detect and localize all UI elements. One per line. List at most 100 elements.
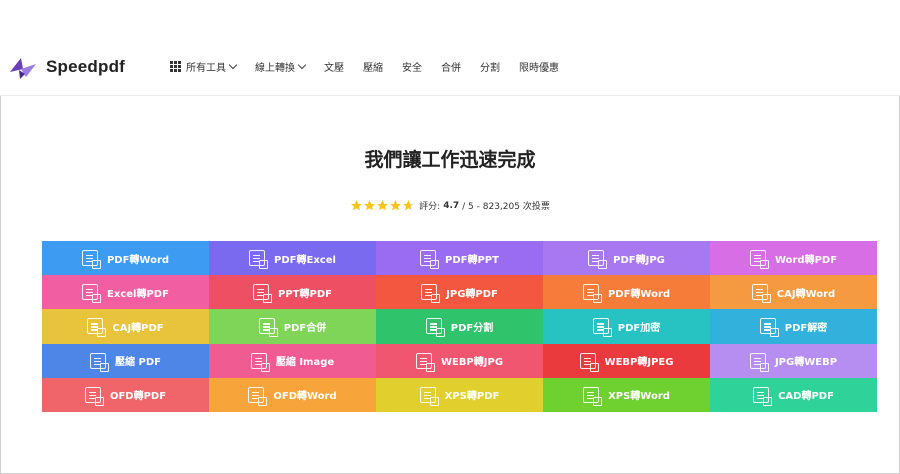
tool-label: CAD轉PDF <box>778 391 834 403</box>
nav-limited-offer[interactable]: 限時優惠 <box>519 59 559 74</box>
tool-tile[interactable]: Word轉PDF <box>710 241 877 276</box>
tool-label: PPT轉PDF <box>278 288 332 300</box>
ofd-to-word-icon <box>248 386 268 406</box>
tool-tile[interactable]: PPT轉PDF <box>209 275 376 310</box>
tool-label: PDF轉PPT <box>445 254 499 266</box>
nav-label: 安全 <box>402 63 422 74</box>
tool-tile[interactable]: PDF轉Excel <box>209 241 376 276</box>
tool-label: PDF轉Word <box>607 288 671 300</box>
nav-security[interactable]: 安全 <box>402 59 422 74</box>
pdf-split-icon <box>425 318 445 338</box>
star-icon <box>390 200 402 211</box>
nav-label: 分割 <box>480 63 500 74</box>
tool-label: XPS轉PDF <box>444 391 500 403</box>
star-icon <box>377 200 389 211</box>
pdf-to-ppt-icon <box>420 250 440 270</box>
rating-prefix: 評分: <box>419 202 441 212</box>
tool-label: OFD轉Word <box>273 391 337 403</box>
tool-tile[interactable]: Excel轉PDF <box>42 275 209 310</box>
tool-label: Excel轉PDF <box>107 288 169 300</box>
pdf-decrypt-icon <box>759 318 779 338</box>
tool-tile[interactable]: PDF轉PPT <box>376 241 543 276</box>
pdf-to-excel-icon <box>249 250 269 270</box>
xps-to-pdf-icon <box>419 386 439 406</box>
nav-label: 限時優惠 <box>519 63 559 74</box>
tool-tile[interactable]: OFD轉PDF <box>42 377 209 412</box>
word-to-pdf-icon <box>749 250 769 270</box>
tool-tile[interactable]: XPS轉Word <box>543 377 710 412</box>
tool-label: 壓縮 PDF <box>115 357 161 369</box>
tool-tile[interactable]: JPG轉PDF <box>376 275 543 310</box>
brand-logo[interactable]: Speedpdf <box>8 52 125 82</box>
tool-tile[interactable]: PDF轉Word <box>543 275 710 310</box>
tool-tile[interactable]: PDF分割 <box>376 309 543 344</box>
excel-to-pdf-icon <box>82 284 102 304</box>
tool-tile[interactable]: JPG轉WEBP <box>710 343 877 378</box>
xps-to-word-icon <box>583 386 603 406</box>
tool-label: WEBP轉JPEG <box>604 357 674 369</box>
site-header: Speedpdf 所有工具 線上轉換 文壓 壓縮 安全 合併 分割 限時優惠 <box>0 0 900 96</box>
tool-tile[interactable]: 壓縮 Image <box>209 343 376 378</box>
main-nav: 所有工具 線上轉換 文壓 壓縮 安全 合併 分割 限時優惠 <box>170 59 578 74</box>
nav-label: 合併 <box>441 63 461 74</box>
caj-to-word-icon <box>751 284 771 304</box>
cad-to-pdf-icon <box>753 386 773 406</box>
tool-label: 壓縮 Image <box>275 357 335 369</box>
tool-tile[interactable]: PDF轉Word <box>42 241 209 276</box>
rating-suffix: / 5 - 823,205 次投票 <box>462 202 550 212</box>
nav-all-tools[interactable]: 所有工具 <box>170 59 238 74</box>
compress-image-icon <box>250 352 270 372</box>
tool-tile[interactable]: WEBP轉JPG <box>376 343 543 378</box>
tool-grid: PDF轉Word PDF轉Excel PDF轉PPT PDF轉JPG Word轉PDF E… <box>42 241 877 412</box>
tool-tile[interactable]: CAJ轉Word <box>710 275 877 310</box>
tool-tile[interactable]: PDF加密 <box>543 309 710 344</box>
star-icon <box>351 200 363 211</box>
nav-label: 線上轉換 <box>255 63 295 74</box>
caj-to-pdf-icon <box>87 318 107 338</box>
nav-item-3[interactable]: 文壓 <box>324 59 344 74</box>
nav-label: 所有工具 <box>186 63 226 74</box>
tool-tile[interactable]: PDF轉JPG <box>543 241 710 276</box>
speedpdf-logo-icon <box>10 58 36 79</box>
tool-label: PDF分割 <box>450 322 494 334</box>
tool-tile[interactable]: OFD轉Word <box>209 377 376 412</box>
ofd-to-pdf-icon <box>84 386 104 406</box>
compress-pdf-icon <box>90 352 110 372</box>
nav-merge[interactable]: 合併 <box>441 59 461 74</box>
ppt-to-pdf-icon <box>253 284 273 304</box>
rating-value: 4.7 <box>443 200 460 211</box>
tool-label: PDF合併 <box>283 322 327 334</box>
chevron-down-icon <box>297 60 307 70</box>
star-icon <box>403 200 415 211</box>
tool-label: Word轉PDF <box>774 254 838 266</box>
pdf-merge-icon <box>258 318 278 338</box>
webp-to-jpeg-icon <box>579 352 599 372</box>
nav-split[interactable]: 分割 <box>480 59 500 74</box>
tool-tile[interactable]: CAD轉PDF <box>710 377 877 412</box>
star-icon <box>364 200 376 211</box>
tool-label: PDF轉Word <box>106 254 170 266</box>
tool-tile[interactable]: WEBP轉JPEG <box>543 343 710 378</box>
tool-label: PDF解密 <box>784 322 828 334</box>
nav-online-convert[interactable]: 線上轉換 <box>255 59 307 74</box>
tool-tile[interactable]: PDF合併 <box>209 309 376 344</box>
grid-icon <box>170 61 181 72</box>
pdf-encrypt-icon <box>592 318 612 338</box>
tool-label: JPG轉WEBP <box>774 357 838 369</box>
tool-tile[interactable]: 壓縮 PDF <box>42 343 209 378</box>
tool-label: OFD轉PDF <box>109 391 167 403</box>
rating-bar: 評分: 4.7 / 5 - 823,205 次投票 <box>0 199 900 212</box>
tool-label: CAJ轉Word <box>776 288 836 300</box>
tool-label: PDF轉Excel <box>274 254 336 266</box>
webp-to-jpg-icon <box>415 352 435 372</box>
tool-label: JPG轉PDF <box>446 288 498 300</box>
tool-tile[interactable]: XPS轉PDF <box>376 377 543 412</box>
jpg-to-pdf-icon <box>421 284 441 304</box>
jpg-to-webp-icon <box>749 352 769 372</box>
tool-tile[interactable]: CAJ轉PDF <box>42 309 209 344</box>
pdf-to-word-icon <box>582 284 602 304</box>
nav-compress[interactable]: 壓縮 <box>363 59 383 74</box>
tool-label: CAJ轉PDF <box>112 322 164 334</box>
tool-tile[interactable]: PDF解密 <box>710 309 877 344</box>
brand-name: Speedpdf <box>46 57 126 76</box>
